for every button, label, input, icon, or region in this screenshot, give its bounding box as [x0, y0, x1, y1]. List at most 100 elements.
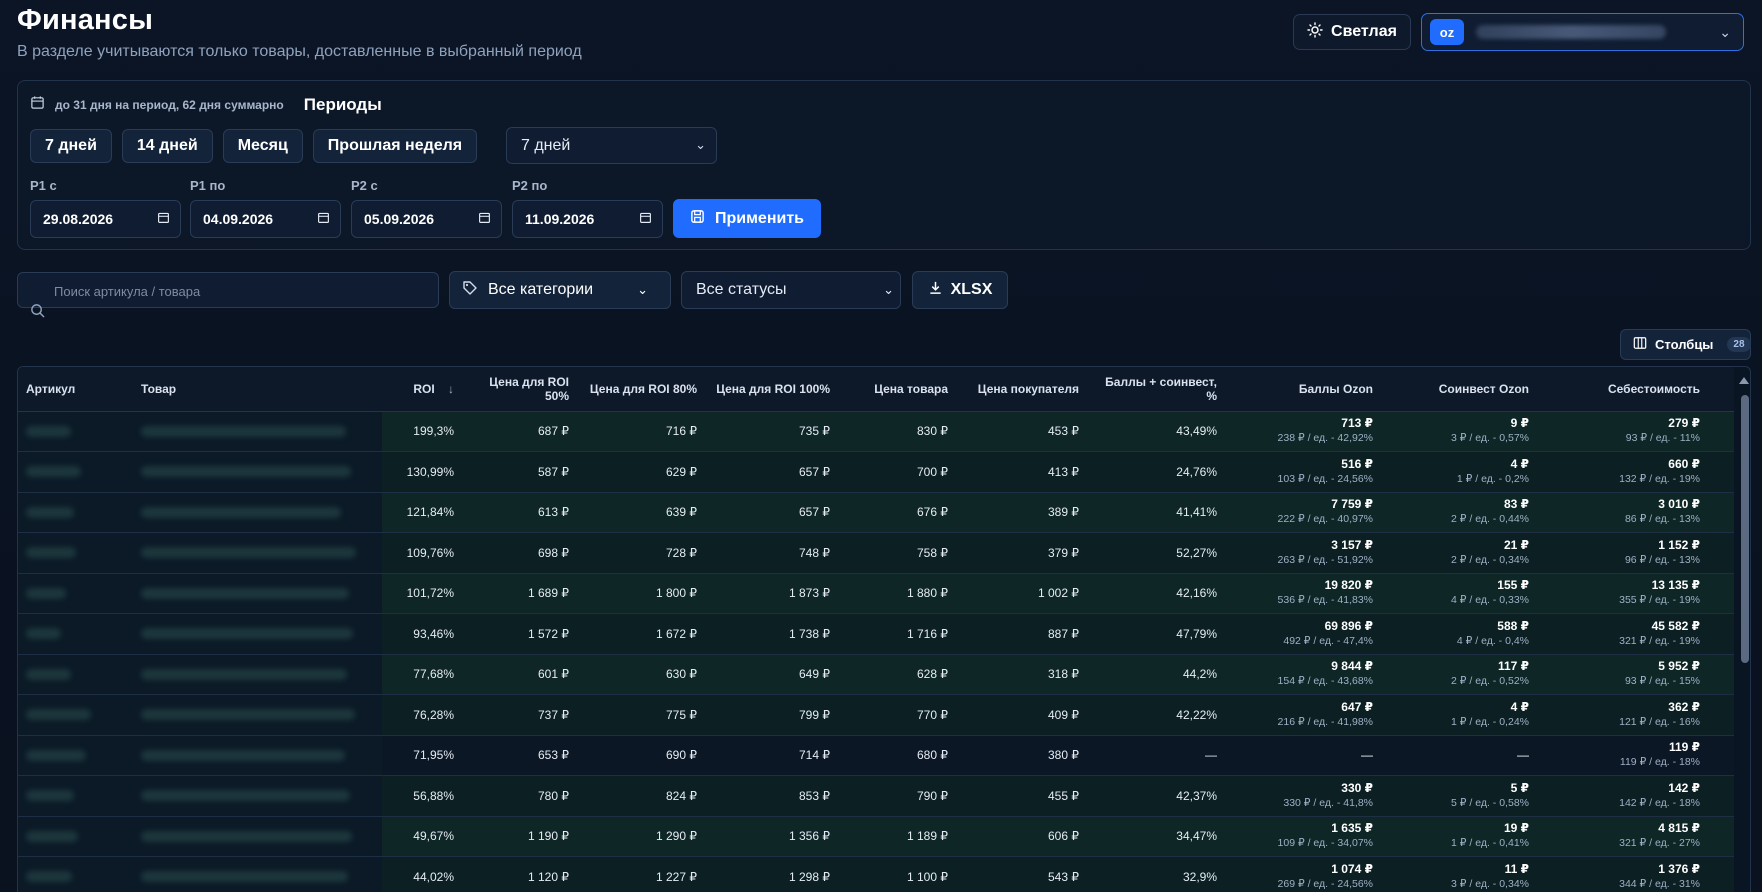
table-row[interactable]: 109,76% 698 ₽728 ₽748 ₽758 ₽379 ₽52,27% 3 …: [18, 532, 1734, 574]
header-ozon-coinvest[interactable]: Соинвест Ozon: [1387, 367, 1543, 412]
preset-last-week-button[interactable]: Прошлая неделя: [312, 129, 478, 163]
calendar-icon[interactable]: [478, 211, 491, 227]
p2-from-value: 05.09.2026: [364, 211, 435, 227]
sort-arrow-down-icon: ↓: [448, 381, 454, 396]
product-cell-redacted: [133, 451, 382, 493]
sku-cell-redacted: [18, 775, 133, 817]
table-row[interactable]: 71,95% 653 ₽690 ₽714 ₽680 ₽380 ₽ — — —119 ₽1…: [18, 735, 1734, 776]
chevron-down-icon: ⌄: [637, 282, 648, 297]
table-row[interactable]: 44,02% 1 120 ₽1 227 ₽1 298 ₽1 100 ₽543 ₽3…: [18, 856, 1734, 892]
p2-to-input[interactable]: 11.09.2026: [512, 200, 663, 238]
points-coinvest-cell: 41,41%: [1093, 492, 1231, 533]
ozon-points-cell-value: 9 844 ₽: [1331, 659, 1373, 674]
header-sku[interactable]: Артикул: [18, 367, 133, 412]
ozon-coinvest-cell-per-unit: 3 ₽ / ед. - 0,57%: [1451, 432, 1529, 445]
table-row[interactable]: 77,68% 601 ₽630 ₽649 ₽628 ₽318 ₽44,2% 9 84…: [18, 654, 1734, 695]
header-roi[interactable]: ROI ↓: [382, 367, 462, 412]
table-row[interactable]: 130,99% 587 ₽629 ₽657 ₽700 ₽413 ₽24,76% 51…: [18, 451, 1734, 493]
price-roi-100-cell: 1 738 ₽: [711, 613, 844, 655]
header-ozon-points[interactable]: Баллы Ozon: [1231, 367, 1387, 412]
store-select[interactable]: oz ⌄: [1421, 13, 1744, 51]
ozon-points-cell-per-unit: 238 ₽ / ед. - 42,92%: [1277, 432, 1373, 445]
header-points-coinvest[interactable]: Баллы + соинвест, %: [1093, 367, 1231, 412]
ozon-points-cell: 1 635 ₽109 ₽ / ед. - 34,07%: [1231, 816, 1387, 857]
buyer-price-cell: 455 ₽: [962, 775, 1093, 817]
cost-cell: 13 135 ₽355 ₽ / ед. - 19%: [1543, 573, 1734, 614]
calendar-icon: [30, 95, 45, 115]
status-select[interactable]: Все статусы ⌄: [681, 271, 901, 309]
header-price-roi-50[interactable]: Цена для ROI 50%: [462, 367, 583, 412]
ozon-coinvest-cell: 21 ₽2 ₽ / ед. - 0,34%: [1387, 532, 1543, 574]
header-price[interactable]: Цена товара: [844, 367, 962, 412]
ozon-coinvest-cell-value: 4 ₽: [1510, 456, 1529, 471]
export-xlsx-button[interactable]: XLSX: [912, 271, 1008, 309]
roi-cell: 44,02%: [382, 856, 462, 892]
tag-icon: [462, 280, 478, 301]
ozon-coinvest-cell: 11 ₽3 ₽ / ед. - 0,34%: [1387, 856, 1543, 892]
preset-month-button[interactable]: Месяц: [222, 129, 303, 163]
price-roi-80-cell: 728 ₽: [583, 532, 711, 574]
sku-cell-redacted: [18, 735, 133, 776]
cost-cell-value: 362 ₽: [1668, 699, 1700, 714]
sku-cell-redacted: [18, 492, 133, 533]
ozon-points-cell-value: 19 820 ₽: [1324, 578, 1373, 593]
cost-cell: 5 952 ₽93 ₽ / ед. - 15%: [1543, 654, 1734, 695]
cost-cell: 142 ₽142 ₽ / ед. - 18%: [1543, 775, 1734, 817]
table-row[interactable]: 93,46% 1 572 ₽1 672 ₽1 738 ₽1 716 ₽887 ₽4…: [18, 613, 1734, 655]
price-cell: 1 716 ₽: [844, 613, 962, 655]
ozon-points-cell-per-unit: 154 ₽ / ед. - 43,68%: [1277, 675, 1373, 688]
columns-button[interactable]: Столбцы 28: [1620, 329, 1751, 360]
calendar-icon[interactable]: [639, 211, 652, 227]
header-buyer-price[interactable]: Цена покупателя: [962, 367, 1093, 412]
product-cell-redacted: [133, 856, 382, 892]
columns-label: Столбцы: [1655, 337, 1714, 352]
roi-cell: 93,46%: [382, 613, 462, 655]
cost-cell-value: 4 815 ₽: [1658, 821, 1700, 836]
points-coinvest-cell: 52,27%: [1093, 532, 1231, 574]
cost-cell: 362 ₽121 ₽ / ед. - 16%: [1543, 694, 1734, 736]
price-roi-100-cell: 1 356 ₽: [711, 816, 844, 857]
category-select[interactable]: Все категории ⌄: [449, 271, 671, 309]
points-coinvest-cell: 42,37%: [1093, 775, 1231, 817]
theme-toggle-button[interactable]: Светлая: [1293, 14, 1411, 50]
calendar-icon[interactable]: [157, 211, 170, 227]
header-cost[interactable]: Себестоимость: [1543, 367, 1734, 412]
p1-from-input[interactable]: 29.08.2026: [30, 200, 181, 238]
ozon-points-cell: 69 896 ₽492 ₽ / ед. - 47,4%: [1231, 613, 1387, 655]
ozon-coinvest-cell-per-unit: 1 ₽ / ед. - 0,41%: [1451, 837, 1529, 850]
ozon-coinvest-cell-per-unit: 5 ₽ / ед. - 0,58%: [1451, 796, 1529, 809]
scroll-up-arrow-icon[interactable]: [1739, 377, 1749, 384]
table-row[interactable]: 199,3% 687 ₽716 ₽735 ₽830 ₽453 ₽43,49% 713…: [18, 411, 1734, 452]
table-row[interactable]: 101,72% 1 689 ₽1 800 ₽1 873 ₽1 880 ₽1 002…: [18, 573, 1734, 614]
period-length-select[interactable]: 7 дней ⌄: [506, 127, 717, 164]
chevron-down-icon: ⌄: [695, 137, 706, 152]
preset-14-days-button[interactable]: 14 дней: [121, 129, 213, 163]
apply-button[interactable]: Применить: [673, 199, 821, 238]
cost-cell-value: 1 152 ₽: [1658, 537, 1700, 552]
table-row[interactable]: 56,88% 780 ₽824 ₽853 ₽790 ₽455 ₽42,37% 330…: [18, 775, 1734, 817]
p2-from-input[interactable]: 05.09.2026: [351, 200, 502, 238]
buyer-price-cell: 543 ₽: [962, 856, 1093, 892]
buyer-price-cell: 887 ₽: [962, 613, 1093, 655]
price-roi-80-cell: 690 ₽: [583, 735, 711, 776]
table-row[interactable]: 121,84% 613 ₽639 ₽657 ₽676 ₽389 ₽41,41% 7 …: [18, 492, 1734, 533]
p1-to-input[interactable]: 04.09.2026: [190, 200, 341, 238]
table-row[interactable]: 76,28% 737 ₽775 ₽799 ₽770 ₽409 ₽42,22% 647…: [18, 694, 1734, 736]
ozon-points-cell: 330 ₽330 ₽ / ед. - 41,8%: [1231, 775, 1387, 817]
table-row[interactable]: 49,67% 1 190 ₽1 290 ₽1 356 ₽1 189 ₽606 ₽3…: [18, 816, 1734, 857]
store-name-redacted: [1476, 25, 1666, 39]
header-price-roi-100[interactable]: Цена для ROI 100%: [711, 367, 844, 412]
ozon-points-cell-per-unit: 109 ₽ / ед. - 34,07%: [1277, 837, 1373, 850]
preset-7-days-button[interactable]: 7 дней: [30, 129, 112, 163]
header-price-roi-80[interactable]: Цена для ROI 80%: [583, 367, 711, 412]
price-roi-50-cell: 653 ₽: [462, 735, 583, 776]
cost-cell-value: 660 ₽: [1668, 456, 1700, 471]
price-roi-50-cell: 687 ₽: [462, 411, 583, 452]
period-length-value: 7 дней: [521, 136, 571, 154]
table-scrollbar[interactable]: [1739, 377, 1750, 892]
calendar-icon[interactable]: [317, 211, 330, 227]
search-input[interactable]: Поиск артикула / товара: [17, 272, 439, 318]
scrollbar-thumb[interactable]: [1741, 395, 1749, 663]
periods-hint: до 31 дня на период, 62 дня суммарно: [55, 98, 284, 112]
header-product[interactable]: Товар: [133, 367, 382, 412]
